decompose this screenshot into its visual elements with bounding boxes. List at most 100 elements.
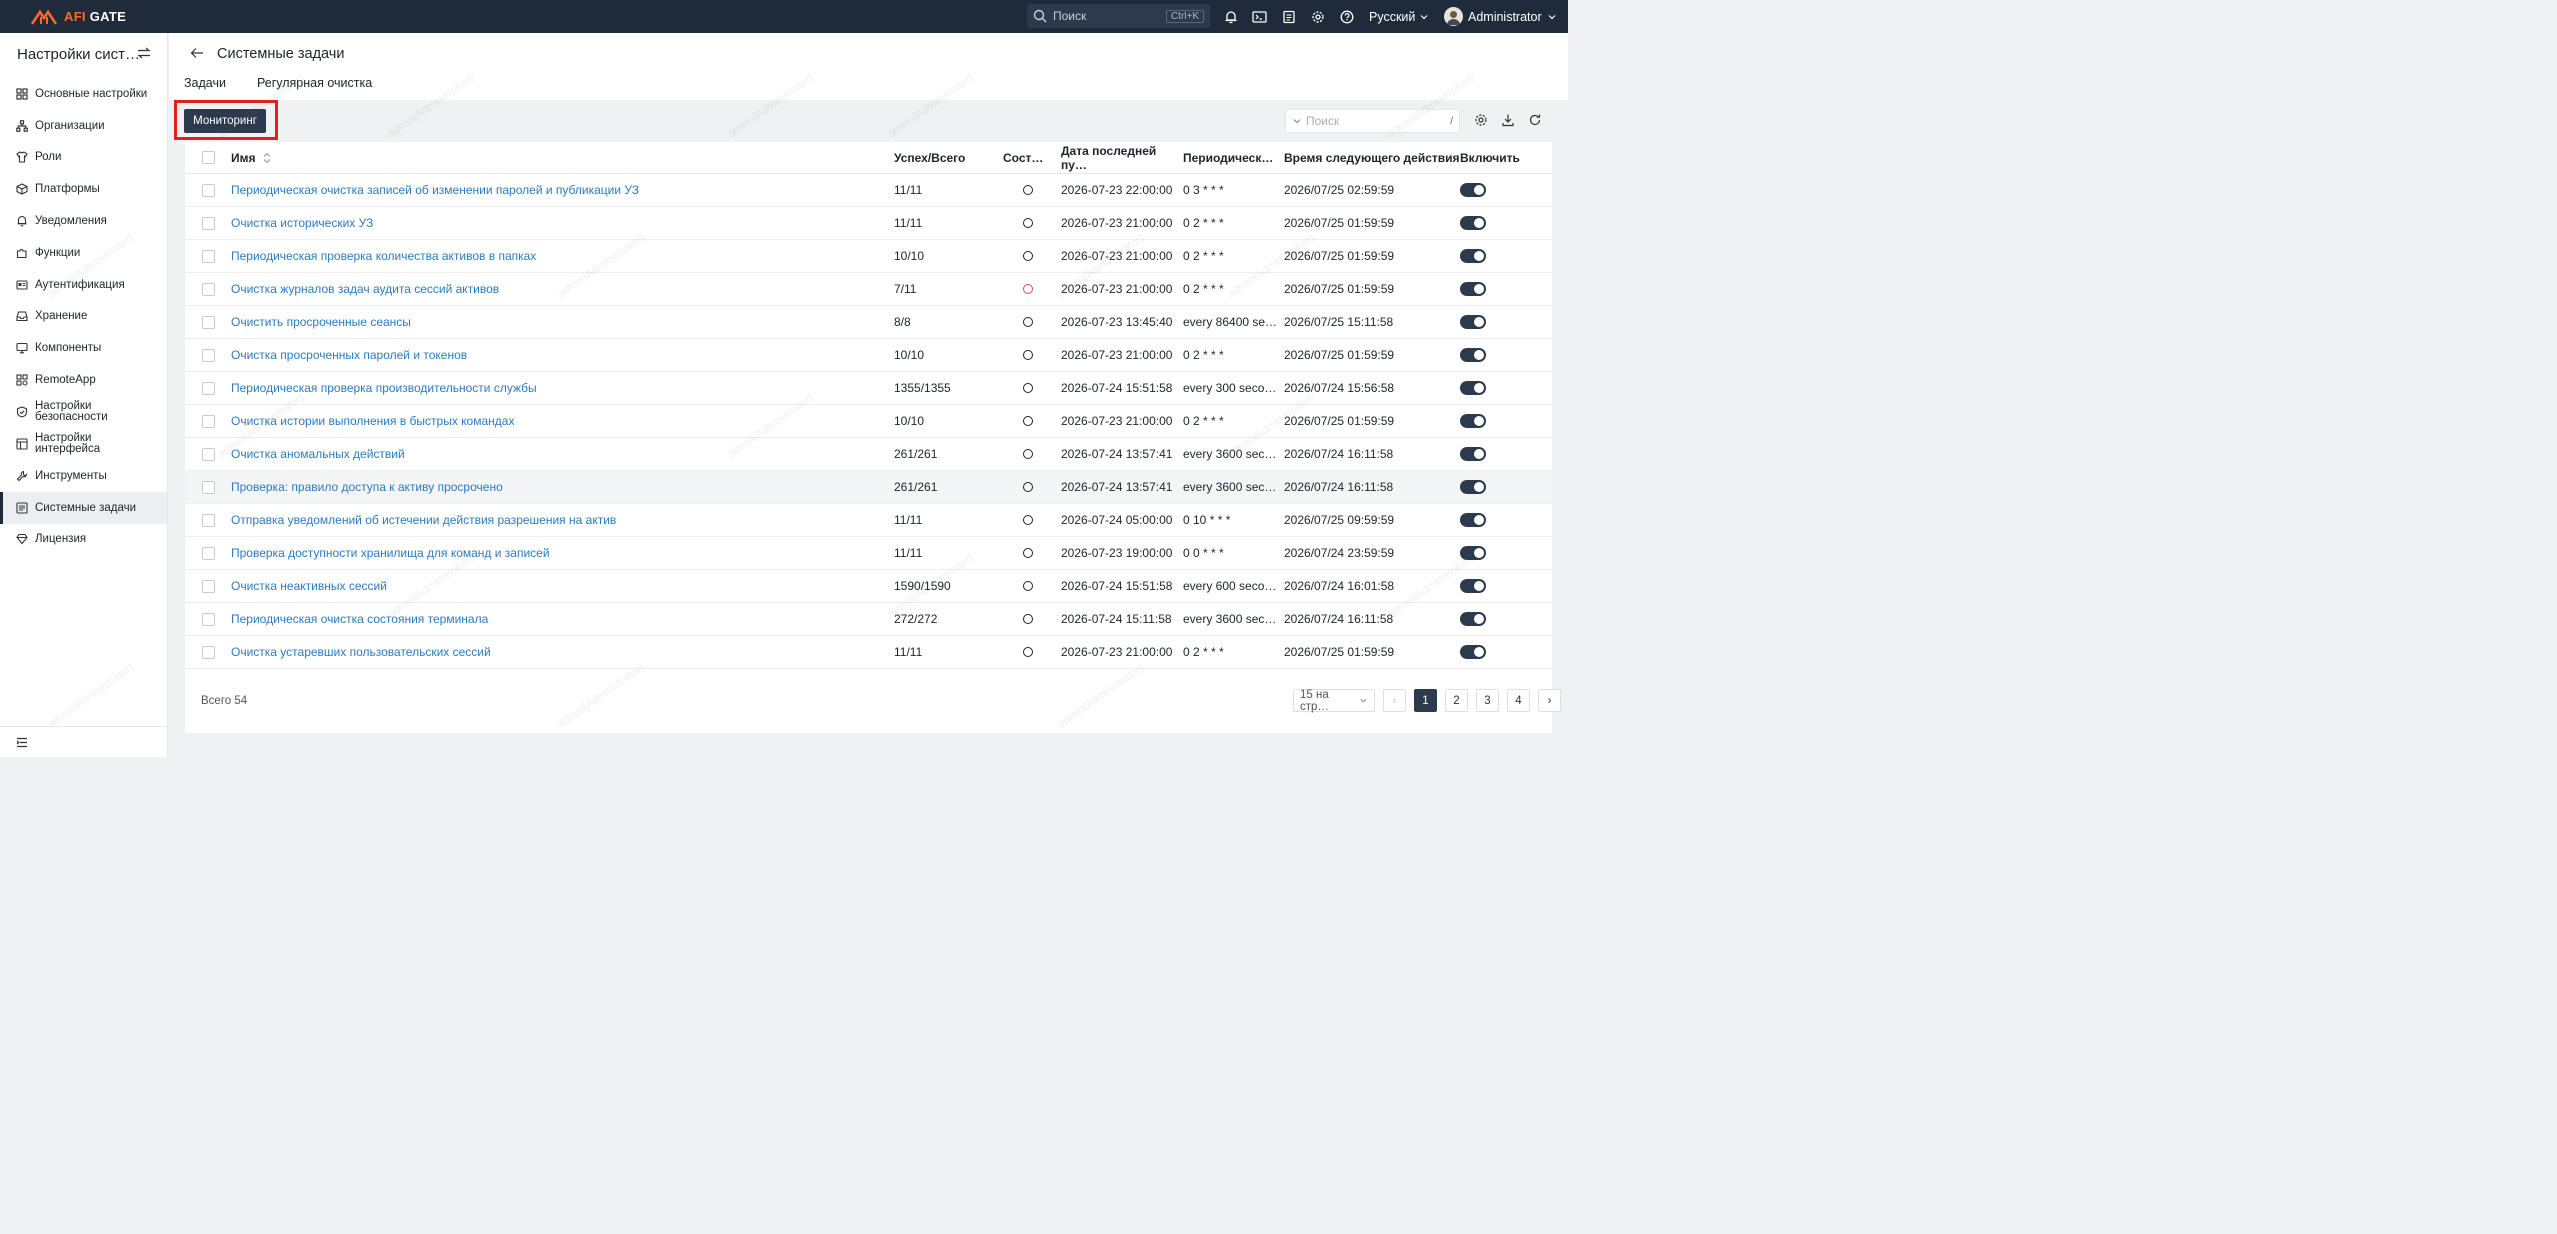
sidebar-item-components[interactable]: Компоненты [0, 332, 167, 364]
table-row[interactable]: Проверка доступности хранилища для коман… [185, 537, 1552, 570]
sidebar-item-notifications[interactable]: Уведомления [0, 205, 167, 237]
table-row[interactable]: Периодическая проверка производительност… [185, 372, 1552, 405]
row-checkbox[interactable] [201, 381, 215, 395]
enable-toggle[interactable] [1460, 480, 1486, 494]
row-checkbox[interactable] [201, 216, 215, 230]
row-checkbox[interactable] [201, 249, 215, 263]
back-arrow-icon[interactable] [190, 47, 204, 62]
next-page-button[interactable]: › [1538, 689, 1561, 712]
task-name-link[interactable]: Очистка журналов задач аудита сессий акт… [231, 282, 499, 296]
row-checkbox[interactable] [201, 480, 215, 494]
logo[interactable]: AFI GATE [30, 8, 126, 26]
task-name-link[interactable]: Периодическая проверка количества активо… [231, 249, 536, 263]
page-button-1[interactable]: 1 [1414, 689, 1437, 712]
clipboard-icon[interactable] [1280, 8, 1297, 25]
row-checkbox[interactable] [201, 183, 215, 197]
sidebar-item-security[interactable]: Настройки безопасности [0, 396, 167, 428]
enable-toggle[interactable] [1460, 216, 1486, 230]
sidebar-item-storage[interactable]: Хранение [0, 301, 167, 333]
sidebar-item-tools[interactable]: Инструменты [0, 460, 167, 492]
gear-icon[interactable] [1309, 8, 1326, 25]
task-name-link[interactable]: Очистка истории выполнения в быстрых ком… [231, 414, 514, 428]
sidebar-item-organizations[interactable]: Организации [0, 110, 167, 142]
enable-toggle[interactable] [1460, 579, 1486, 593]
table-row[interactable]: Проверка: правило доступа к активу проср… [185, 471, 1552, 504]
user-menu[interactable]: Administrator [1444, 0, 1557, 33]
enable-toggle[interactable] [1460, 249, 1486, 263]
row-checkbox[interactable] [201, 645, 215, 659]
enable-toggle[interactable] [1460, 282, 1486, 296]
sidebar-item-roles[interactable]: Роли [0, 142, 167, 174]
enable-toggle[interactable] [1460, 513, 1486, 527]
enable-toggle[interactable] [1460, 315, 1486, 329]
task-name-link[interactable]: Очистить просроченные сеансы [231, 315, 411, 329]
bell-icon[interactable] [1222, 8, 1239, 25]
column-header-name[interactable]: Имя [231, 151, 894, 165]
page-button-2[interactable]: 2 [1445, 689, 1468, 712]
row-checkbox[interactable] [201, 348, 215, 362]
help-icon[interactable] [1338, 8, 1355, 25]
table-row[interactable]: Очистка исторических УЗ 11/11 2026-07-23 2… [185, 207, 1552, 240]
enable-toggle[interactable] [1460, 183, 1486, 197]
tab-tasks[interactable]: Задачи [184, 76, 226, 90]
task-name-link[interactable]: Проверка: правило доступа к активу проср… [231, 480, 503, 494]
table-row[interactable]: Очистка истории выполнения в быстрых ком… [185, 405, 1552, 438]
table-row[interactable]: Очистка устаревших пользовательских сесс… [185, 636, 1552, 669]
enable-toggle[interactable] [1460, 381, 1486, 395]
task-name-link[interactable]: Очистка устаревших пользовательских сесс… [231, 645, 491, 659]
collapse-sidebar-button[interactable] [0, 726, 167, 757]
table-row[interactable]: Очистка аномальных действий 261/261 2026-0… [185, 438, 1552, 471]
terminal-icon[interactable] [1251, 8, 1268, 25]
task-name-link[interactable]: Периодическая проверка производительност… [231, 381, 537, 395]
page-button-3[interactable]: 3 [1476, 689, 1499, 712]
row-checkbox[interactable] [201, 414, 215, 428]
monitoring-button[interactable]: Мониторинг [184, 109, 266, 133]
swap-icon[interactable] [137, 47, 151, 62]
task-name-link[interactable]: Очистка просроченных паролей и токенов [231, 348, 467, 362]
task-name-link[interactable]: Очистка исторических УЗ [231, 216, 373, 230]
sidebar-item-platforms[interactable]: Платформы [0, 173, 167, 205]
enable-toggle[interactable] [1460, 348, 1486, 362]
enable-toggle[interactable] [1460, 447, 1486, 461]
row-checkbox[interactable] [201, 513, 215, 527]
row-checkbox[interactable] [201, 612, 215, 626]
row-checkbox[interactable] [201, 546, 215, 560]
table-row[interactable]: Очистка журналов задач аудита сессий акт… [185, 273, 1552, 306]
global-search-input[interactable]: Поиск Ctrl+K [1027, 4, 1210, 28]
row-checkbox[interactable] [201, 315, 215, 329]
enable-toggle[interactable] [1460, 414, 1486, 428]
enable-toggle[interactable] [1460, 546, 1486, 560]
download-icon[interactable] [1501, 113, 1515, 130]
enable-toggle[interactable] [1460, 645, 1486, 659]
table-row[interactable]: Очистка неактивных сессий 1590/1590 2026-0… [185, 570, 1552, 603]
task-name-link[interactable]: Отправка уведомлений об истечении действ… [231, 513, 616, 527]
table-row[interactable]: Очистить просроченные сеансы 8/8 2026-07-2… [185, 306, 1552, 339]
enable-toggle[interactable] [1460, 612, 1486, 626]
sidebar-item-authentication[interactable]: Аутентификация [0, 269, 167, 301]
row-checkbox[interactable] [201, 579, 215, 593]
table-row[interactable]: Периодическая проверка количества активо… [185, 240, 1552, 273]
page-size-select[interactable]: 15 на стр… [1293, 689, 1375, 713]
sidebar-item-system-tasks[interactable]: Системные задачи [0, 491, 167, 524]
task-name-link[interactable]: Очистка неактивных сессий [231, 579, 387, 593]
task-name-link[interactable]: Периодическая очистка записей об изменен… [231, 183, 639, 197]
sidebar-item-license[interactable]: Лицензия [0, 524, 167, 556]
table-search-input[interactable]: Поиск / [1285, 109, 1460, 133]
sort-icon[interactable] [263, 152, 271, 164]
sidebar-item-functions[interactable]: Функции [0, 237, 167, 269]
refresh-icon[interactable] [1528, 113, 1542, 130]
task-name-link[interactable]: Очистка аномальных действий [231, 447, 405, 461]
select-all-checkbox[interactable] [201, 151, 215, 164]
table-row[interactable]: Отправка уведомлений об истечении действ… [185, 504, 1552, 537]
sidebar-item-interface[interactable]: Настройки интерфейса [0, 428, 167, 460]
tab-regular-cleanup[interactable]: Регулярная очистка [257, 76, 372, 90]
table-row[interactable]: Периодическая очистка состояния терминал… [185, 603, 1552, 636]
sidebar-item-remoteapp[interactable]: RemoteApp [0, 364, 167, 396]
row-checkbox[interactable] [201, 447, 215, 461]
sidebar-item-general[interactable]: Основные настройки [0, 78, 167, 110]
settings-icon[interactable] [1474, 113, 1488, 130]
table-row[interactable]: Периодическая очистка записей об изменен… [185, 174, 1552, 207]
task-name-link[interactable]: Периодическая очистка состояния терминал… [231, 612, 488, 626]
table-row[interactable]: Очистка просроченных паролей и токенов 10… [185, 339, 1552, 372]
language-selector[interactable]: Русский [1369, 0, 1429, 33]
